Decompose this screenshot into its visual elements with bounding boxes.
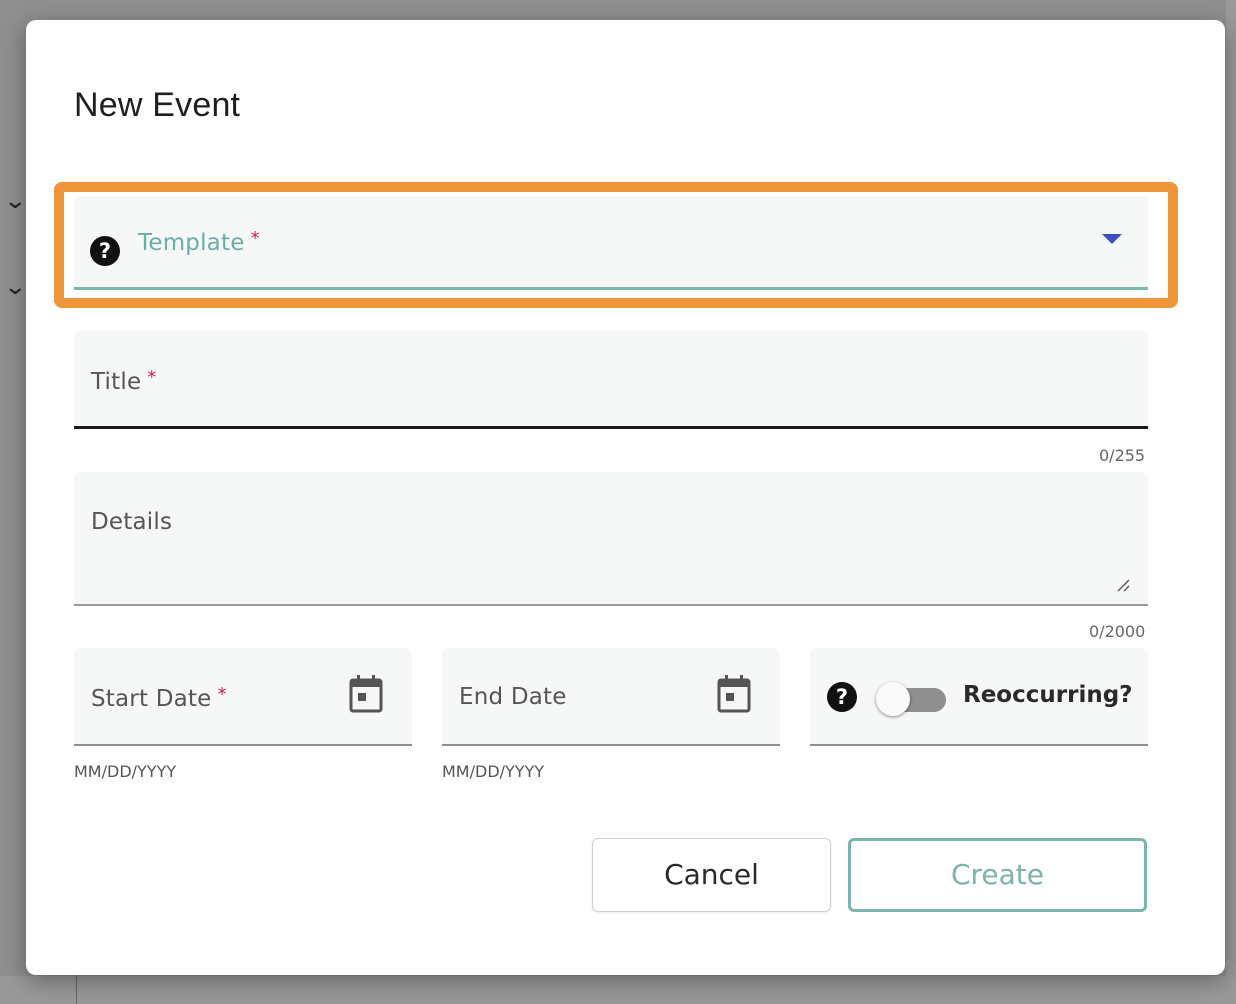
calendar-icon[interactable] xyxy=(716,674,752,714)
start-date-label-text: Start Date xyxy=(91,686,212,712)
dialog-title: New Event xyxy=(74,86,241,124)
backdrop-chevron-down-icon: ⌄ xyxy=(3,274,28,299)
title-label-text: Title xyxy=(91,369,142,395)
title-input[interactable]: Title * xyxy=(74,331,1148,429)
backdrop-chevron-down-icon: ⌄ xyxy=(3,188,28,213)
start-date-input[interactable]: Start Date * xyxy=(74,648,412,746)
new-event-dialog: New Event ? Template * Title * 0/255 Detai… xyxy=(26,20,1225,975)
start-date-hint: MM/DD/YYYY xyxy=(74,762,177,781)
required-marker: * xyxy=(147,367,157,388)
title-label: Title * xyxy=(91,367,157,395)
reoccurring-underline xyxy=(810,744,1148,746)
title-underline xyxy=(74,426,1148,429)
details-textarea[interactable]: Details xyxy=(74,472,1148,606)
calendar-icon[interactable] xyxy=(348,674,384,714)
backdrop-bottom xyxy=(0,976,1236,1004)
details-char-counter: 0/2000 xyxy=(1089,622,1146,641)
resize-grip-icon[interactable] xyxy=(1116,578,1130,592)
end-date-underline xyxy=(442,744,780,746)
end-date-label: End Date xyxy=(459,684,567,710)
required-marker: * xyxy=(217,684,227,705)
backdrop-edge xyxy=(1226,0,1236,1004)
toggle-knob xyxy=(876,682,910,716)
details-underline xyxy=(74,604,1148,606)
details-label: Details xyxy=(91,509,173,535)
cancel-button[interactable]: Cancel xyxy=(592,838,831,912)
start-date-underline xyxy=(74,744,412,746)
reoccurring-field: ? Reoccurring? xyxy=(810,648,1148,746)
start-date-label: Start Date * xyxy=(91,684,227,712)
end-date-input[interactable]: End Date xyxy=(442,648,780,746)
help-icon[interactable]: ? xyxy=(827,682,857,712)
reoccurring-toggle[interactable] xyxy=(876,681,948,716)
title-char-counter: 0/255 xyxy=(1099,446,1146,465)
end-date-hint: MM/DD/YYYY xyxy=(442,762,545,781)
template-highlight-box xyxy=(54,182,1178,308)
create-button[interactable]: Create xyxy=(848,838,1147,912)
backdrop-divider xyxy=(76,975,77,1004)
reoccurring-label: Reoccurring? xyxy=(963,682,1133,708)
